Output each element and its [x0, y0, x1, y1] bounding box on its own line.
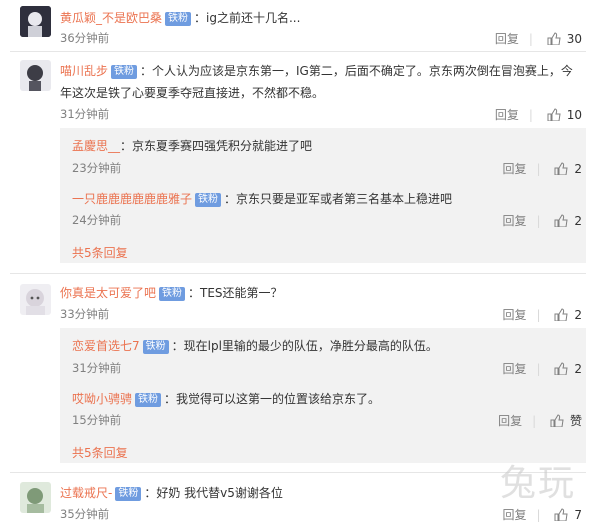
- avatar[interactable]: [20, 60, 51, 91]
- timestamp: 36分钟前: [60, 31, 110, 45]
- like-count: 2: [574, 214, 582, 228]
- like-button[interactable]: 2: [554, 362, 582, 376]
- reply-text: ：现在lpl里输的最少的队伍，净胜分最高的队伍。: [171, 339, 438, 353]
- reply-line: 哎呦小骋骋 铁粉 ：我觉得可以这第一的位置该给京东了。: [72, 390, 380, 407]
- fan-badge[interactable]: 铁粉: [195, 193, 222, 207]
- username-link[interactable]: 黄瓜颖_不是欧巴桑: [60, 11, 162, 25]
- username-link[interactable]: 一只鹿鹿鹿鹿鹿鹿雅子: [72, 192, 192, 206]
- comment-line: 喵川乱步 铁粉 ：个人认为应该是京东第一，IG第二，后面不确定了。京东两次倒在冒泡赛…: [60, 62, 573, 79]
- username-link[interactable]: 恋爱首选七7: [72, 339, 140, 353]
- comment-text: ：个人认为应该是京东第一，IG第二，后面不确定了。京东两次倒在冒泡赛上，今: [140, 64, 573, 78]
- like-count: 赞: [569, 414, 582, 428]
- avatar[interactable]: [20, 482, 51, 513]
- like-button[interactable]: 10: [547, 108, 582, 122]
- divider: [10, 51, 586, 52]
- timestamp: 23分钟前: [72, 161, 122, 175]
- thumbs-up-icon: [554, 508, 568, 521]
- thumbs-up-icon: [554, 162, 568, 175]
- comment-actions: 回复 | 7: [502, 508, 582, 522]
- like-count: 10: [566, 108, 582, 122]
- reply-line: 一只鹿鹿鹿鹿鹿鹿雅子 铁粉 ：京东只要是亚军或者第三名基本上稳进吧: [72, 190, 452, 207]
- show-more-replies-link[interactable]: 共5条回复: [72, 244, 128, 261]
- username-link[interactable]: 孟慶思__: [72, 139, 120, 153]
- reply-line: 恋爱首选七7 铁粉 ：现在lpl里输的最少的队伍，净胜分最高的队伍。: [72, 337, 438, 354]
- reply-text: ：我觉得可以这第一的位置该给京东了。: [164, 392, 381, 406]
- reply-button[interactable]: 回复: [502, 308, 526, 322]
- reply-button[interactable]: 回复: [502, 214, 526, 228]
- like-count: 30: [566, 32, 582, 46]
- like-count: 2: [574, 362, 582, 376]
- comment-line: 过载戒尺- 铁粉 ：好奶 我代替v5谢谢各位: [60, 484, 283, 501]
- comment-line: 你真是太可爱了吧 铁粉 ：TES还能第一？: [60, 284, 283, 301]
- like-button[interactable]: 赞: [550, 414, 582, 428]
- site-watermark: 兔玩: [499, 463, 576, 504]
- thumbs-up-icon: [547, 32, 561, 45]
- reply-button[interactable]: 回复: [498, 414, 522, 428]
- like-button[interactable]: 7: [554, 508, 582, 522]
- like-button[interactable]: 2: [554, 214, 582, 228]
- timestamp: 24分钟前: [72, 213, 122, 227]
- reply-panel: 恋爱首选七7 铁粉 ：现在lpl里输的最少的队伍，净胜分最高的队伍。 31分钟前 回…: [60, 328, 586, 463]
- timestamp: 15分钟前: [72, 413, 122, 427]
- like-button[interactable]: 30: [547, 32, 582, 46]
- show-more-replies-link[interactable]: 共5条回复: [72, 444, 128, 461]
- fan-badge[interactable]: 铁粉: [115, 487, 142, 501]
- avatar[interactable]: [20, 6, 51, 37]
- reply-button[interactable]: 回复: [502, 162, 526, 176]
- timestamp: 35分钟前: [60, 507, 110, 521]
- reply-button[interactable]: 回复: [495, 108, 519, 122]
- reply-actions: 回复 | 2: [502, 162, 582, 176]
- thumbs-up-icon: [554, 214, 568, 227]
- fan-badge[interactable]: 铁粉: [165, 12, 192, 26]
- reply-text: ：京东夏季赛四强凭积分就能进了吧: [120, 139, 313, 153]
- thumbs-up-icon: [550, 414, 564, 427]
- reply-button[interactable]: 回复: [502, 362, 526, 376]
- reply-button[interactable]: 回复: [495, 32, 519, 46]
- avatar[interactable]: [20, 284, 51, 315]
- username-link[interactable]: 喵川乱步: [60, 64, 108, 78]
- like-button[interactable]: 2: [554, 162, 582, 176]
- thumbs-up-icon: [554, 362, 568, 375]
- divider: [10, 273, 586, 274]
- comment-actions: 回复 | 2: [502, 308, 582, 322]
- fan-badge[interactable]: 铁粉: [111, 65, 138, 79]
- comment-text: ：好奶 我代替v5谢谢各位: [144, 486, 283, 500]
- thumbs-up-icon: [547, 108, 561, 121]
- reply-actions: 回复 | 2: [502, 362, 582, 376]
- reply-button[interactable]: 回复: [502, 508, 526, 522]
- timestamp: 31分钟前: [60, 107, 110, 121]
- fan-badge[interactable]: 铁粉: [159, 287, 186, 301]
- reply-line: 孟慶思__：京东夏季赛四强凭积分就能进了吧: [72, 137, 312, 154]
- fan-badge[interactable]: 铁粉: [142, 340, 169, 354]
- reply-text: ：京东只要是亚军或者第三名基本上稳进吧: [224, 192, 453, 206]
- comment-actions: 回复 | 10: [494, 108, 582, 122]
- reply-actions: 回复 | 2: [502, 214, 582, 228]
- like-button[interactable]: 2: [554, 308, 582, 322]
- like-count: 2: [574, 308, 582, 322]
- username-link[interactable]: 哎呦小骋骋: [72, 392, 132, 406]
- comment-line: 黄瓜颖_不是欧巴桑 铁粉 ：ig之前还十几名...: [60, 9, 300, 26]
- fan-badge[interactable]: 铁粉: [135, 393, 162, 407]
- username-link[interactable]: 过载戒尺-: [60, 486, 112, 500]
- comment-text: ：ig之前还十几名...: [194, 11, 301, 25]
- comment-text: ：TES还能第一？: [188, 286, 283, 300]
- reply-panel: 孟慶思__：京东夏季赛四强凭积分就能进了吧 23分钟前 回复 | 2 一只鹿鹿鹿鹿…: [60, 128, 586, 263]
- timestamp: 31分钟前: [72, 361, 122, 375]
- timestamp: 33分钟前: [60, 307, 110, 321]
- reply-actions: 回复 | 赞: [498, 414, 582, 428]
- username-link[interactable]: 你真是太可爱了吧: [60, 286, 156, 300]
- like-count: 7: [574, 508, 582, 522]
- comment-text-continued: 年这次是铁了心要夏季夺冠直接进，不然都不稳。: [60, 86, 325, 100]
- comment-actions: 回复 | 30: [494, 32, 582, 46]
- like-count: 2: [574, 162, 582, 176]
- thumbs-up-icon: [554, 308, 568, 321]
